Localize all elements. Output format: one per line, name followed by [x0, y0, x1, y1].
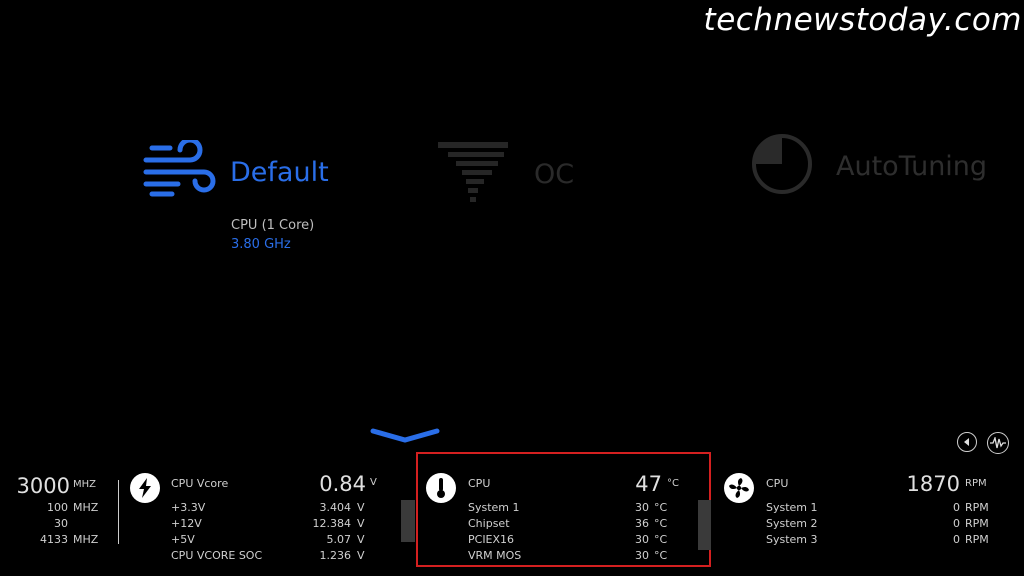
temperature-main-label: CPU — [468, 477, 491, 490]
autotuning-dial-icon — [750, 132, 814, 200]
voltage-row-2-label: +12V — [171, 517, 202, 530]
voltage-row-1-label: +3.3V — [171, 501, 206, 514]
voltage-row-3-value: 5.07 — [326, 533, 352, 546]
fan-row-1-value: 0 — [953, 501, 960, 514]
mode-autotuning-label: AutoTuning — [836, 150, 988, 182]
default-cpu-core-label: CPU (1 Core) — [231, 218, 315, 233]
temperature-row-1-value: 30 — [635, 501, 649, 514]
fan-row-3-unit: RPM — [965, 533, 989, 546]
temperature-row-4-value: 30 — [635, 549, 649, 562]
fan-row-1-label: System 1 — [766, 501, 818, 514]
temperature-row-3-label: PCIEX16 — [468, 533, 515, 546]
freq-main-value: 3000 — [16, 474, 70, 498]
voltage-main-unit: V — [370, 477, 377, 488]
mode-default-label: Default — [230, 156, 329, 188]
freq-main-unit: MHZ — [73, 479, 96, 490]
mode-oc-label: OC — [534, 158, 575, 190]
panel-scroll-handle-left[interactable] — [401, 500, 415, 542]
panel-divider — [118, 480, 119, 544]
mode-default[interactable]: Default — [142, 137, 329, 204]
temperature-row-4-unit: °C — [654, 549, 668, 562]
voltage-row-2-value: 12.384 — [312, 517, 352, 530]
lightning-icon — [130, 473, 160, 503]
waveform-icon[interactable] — [987, 432, 1009, 454]
mode-autotuning[interactable]: AutoTuning — [750, 132, 987, 200]
freq-row-2-value: 30 — [54, 517, 68, 530]
temperature-main-unit: °C — [667, 478, 679, 489]
oc-bars-icon — [436, 140, 510, 208]
temperature-row-1-unit: °C — [654, 501, 668, 514]
temperature-row-3-value: 30 — [635, 533, 649, 546]
back-icon[interactable] — [957, 432, 977, 452]
voltage-row-2-unit: V — [357, 517, 365, 530]
voltage-main-value: 0.84 — [319, 472, 366, 496]
fan-row-1-unit: RPM — [965, 501, 989, 514]
thermometer-icon — [426, 473, 456, 503]
voltage-row-1-value: 3.404 — [319, 501, 352, 514]
temperature-row-1-label: System 1 — [468, 501, 520, 514]
fan-icon — [724, 473, 754, 503]
freq-row-1-unit: MHZ — [73, 501, 99, 514]
fan-main-value: 1870 — [906, 472, 960, 496]
voltage-row-4-label: CPU VCORE SOC — [171, 549, 263, 562]
temperature-row-2-unit: °C — [654, 517, 668, 530]
voltage-row-4-unit: V — [357, 549, 365, 562]
temperature-row-3-unit: °C — [654, 533, 668, 546]
default-cpu-frequency: 3.80 GHz — [231, 237, 291, 252]
voltage-row-3-unit: V — [357, 533, 365, 546]
wind-icon — [142, 137, 216, 204]
watermark: technewstoday.com — [703, 2, 1022, 38]
freq-row-3-value: 4133 — [40, 533, 68, 546]
fan-row-2-label: System 2 — [766, 517, 818, 530]
freq-row-1-value: 100 — [47, 501, 68, 514]
fan-row-2-unit: RPM — [965, 517, 989, 530]
fan-main-unit: RPM — [965, 478, 987, 489]
voltage-row-1-unit: V — [357, 501, 365, 514]
temperature-row-2-label: Chipset — [468, 517, 510, 530]
fan-row-3-value: 0 — [953, 533, 960, 546]
fan-row-3-label: System 3 — [766, 533, 818, 546]
fan-row-2-value: 0 — [953, 517, 960, 530]
chevron-down-icon[interactable] — [370, 428, 440, 448]
temperature-main-value: 47 — [635, 472, 662, 496]
freq-row-3-unit: MHZ — [73, 533, 99, 546]
voltage-row-4-value: 1.236 — [319, 549, 352, 562]
voltage-main-label: CPU Vcore — [171, 477, 229, 490]
panel-scroll-handle-right[interactable] — [698, 500, 711, 550]
mode-oc[interactable]: OC — [436, 140, 574, 208]
voltage-row-3-label: +5V — [171, 533, 195, 546]
temperature-row-2-value: 36 — [635, 517, 649, 530]
temperature-row-4-label: VRM MOS — [468, 549, 522, 562]
fan-main-label: CPU — [766, 477, 789, 490]
